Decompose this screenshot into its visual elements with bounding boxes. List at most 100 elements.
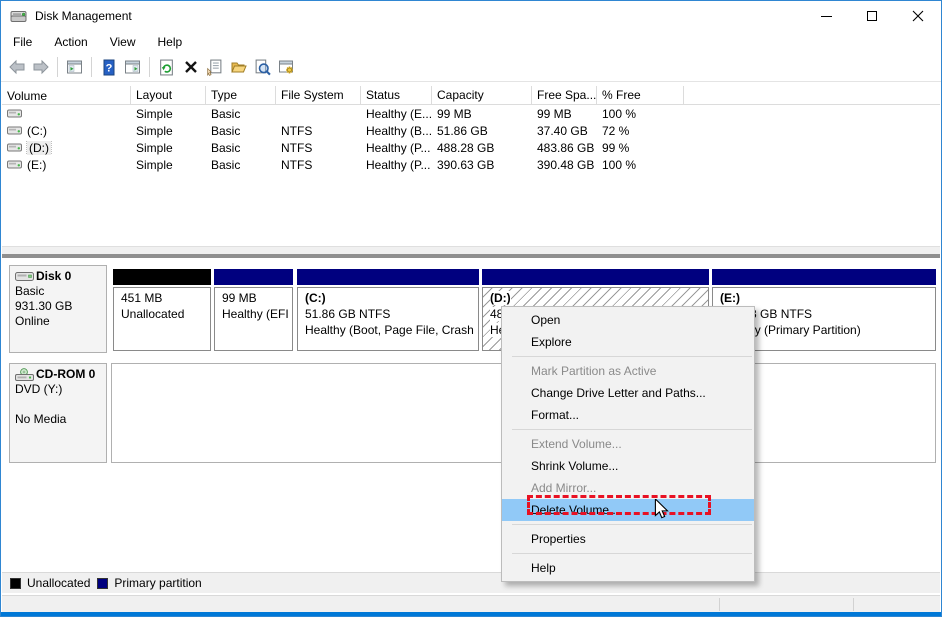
menu-item-delete-volume[interactable]: Delete Volume... <box>502 499 754 521</box>
cell-free-space: 37.40 GB <box>532 124 597 138</box>
legend-label: Unallocated <box>27 576 90 590</box>
menu-item-open[interactable]: Open <box>502 309 754 331</box>
close-icon <box>912 10 924 22</box>
help-icon[interactable]: ? <box>98 57 119 78</box>
cdrom-info-panel[interactable]: CD-ROM 0 DVD (Y:) No Media <box>9 363 107 463</box>
cell-capacity: 390.63 GB <box>432 158 532 172</box>
properties-icon[interactable] <box>204 57 225 78</box>
disk-drive-icon <box>10 9 28 24</box>
maximize-icon <box>867 11 877 21</box>
partition-band <box>297 269 479 285</box>
partition-unallocated[interactable]: 451 MB Unallocated <box>113 269 211 351</box>
cell-file-system: NTFS <box>276 158 361 172</box>
menu-separator <box>512 356 752 357</box>
menu-bar: File Action View Help <box>1 31 941 53</box>
show-console-tree-icon[interactable] <box>64 57 85 78</box>
legend-unallocated: Unallocated <box>10 576 90 590</box>
disk-kind: Basic <box>15 284 104 299</box>
view-magnifier-icon[interactable] <box>252 57 273 78</box>
partition-box[interactable]: 451 MB Unallocated <box>113 287 211 351</box>
table-row[interactable]: (C:) Simple Basic NTFS Healthy (B... 51.… <box>2 122 940 139</box>
partition-size: 51.86 GB NTFS <box>305 306 478 322</box>
partition-size: 99 MB <box>222 290 292 306</box>
menu-view[interactable]: View <box>99 33 147 51</box>
window-title: Disk Management <box>35 9 132 23</box>
cell-pct-free: 72 % <box>597 124 684 138</box>
cell-type: Basic <box>206 141 276 155</box>
manage-extension-icon[interactable] <box>276 57 297 78</box>
menu-action[interactable]: Action <box>43 33 98 51</box>
cdrom-status: No Media <box>15 412 104 427</box>
delete-icon[interactable] <box>180 57 201 78</box>
primary-partition-swatch <box>97 578 108 589</box>
partition-efi[interactable]: 99 MB Healthy (EFI <box>214 269 293 351</box>
window-bottom-border <box>1 612 941 616</box>
cell-pct-free: 100 % <box>597 107 684 121</box>
cell-pct-free: 99 % <box>597 141 684 155</box>
minimize-icon <box>821 16 832 17</box>
toolbar: ? <box>1 53 941 82</box>
toolbar-separator <box>149 57 150 77</box>
partition-c[interactable]: (C:) 51.86 GB NTFS Healthy (Boot, Page F… <box>297 269 479 351</box>
cell-free-space: 483.86 GB <box>532 141 597 155</box>
pane-splitter[interactable] <box>2 246 940 254</box>
cell-type: Basic <box>206 158 276 172</box>
disk-name: Disk 0 <box>36 269 71 284</box>
column-header-status[interactable]: Status <box>361 86 432 105</box>
column-header-type[interactable]: Type <box>206 86 276 105</box>
refresh-icon[interactable] <box>156 57 177 78</box>
close-button[interactable] <box>895 1 941 31</box>
menu-item-add-mirror: Add Mirror... <box>502 477 754 499</box>
forward-arrow-icon[interactable] <box>30 57 51 78</box>
disk0-info-panel[interactable]: Disk 0 Basic 931.30 GB Online <box>9 265 107 353</box>
table-row-selected[interactable]: (D:) Simple Basic NTFS Healthy (P... 488… <box>2 139 940 156</box>
cell-status: Healthy (P... <box>361 158 432 172</box>
menu-help[interactable]: Help <box>147 33 194 51</box>
menu-item-shrink-volume[interactable]: Shrink Volume... <box>502 455 754 477</box>
table-row[interactable]: Simple Basic Healthy (E... 99 MB 99 MB 1… <box>2 105 940 122</box>
show-action-pane-icon[interactable] <box>122 57 143 78</box>
partition-status: Healthy (Boot, Page File, Crash D <box>305 322 478 338</box>
partition-box[interactable]: 99 MB Healthy (EFI <box>214 287 293 351</box>
menu-item-explore[interactable]: Explore <box>502 331 754 353</box>
partition-band <box>113 269 211 285</box>
cell-layout: Simple <box>131 141 206 155</box>
disk-status: Online <box>15 314 104 329</box>
cdrom-kind: DVD (Y:) <box>15 382 104 397</box>
menu-item-format[interactable]: Format... <box>502 404 754 426</box>
maximize-button[interactable] <box>849 1 895 31</box>
cell-type: Basic <box>206 124 276 138</box>
menu-item-change-drive-letter[interactable]: Change Drive Letter and Paths... <box>502 382 754 404</box>
column-header-file-system[interactable]: File System <box>276 86 361 105</box>
cell-status: Healthy (E... <box>361 107 432 121</box>
back-arrow-icon[interactable] <box>6 57 27 78</box>
menu-item-help[interactable]: Help <box>502 557 754 579</box>
cdrom-icon <box>15 368 34 382</box>
partition-label: (C:) <box>305 290 478 306</box>
open-folder-icon[interactable] <box>228 57 249 78</box>
table-row[interactable]: (E:) Simple Basic NTFS Healthy (P... 390… <box>2 156 940 173</box>
partition-box[interactable]: (C:) 51.86 GB NTFS Healthy (Boot, Page F… <box>297 287 479 351</box>
partition-label: (E:) <box>720 290 935 306</box>
column-header-pct-free[interactable]: % Free <box>597 86 684 105</box>
volume-table-header: Volume Layout Type File System Status Ca… <box>2 86 940 105</box>
cell-capacity: 488.28 GB <box>432 141 532 155</box>
volume-list-pane: Volume Layout Type File System Status Ca… <box>2 83 940 246</box>
column-header-filler <box>684 86 940 105</box>
menu-file[interactable]: File <box>2 33 43 51</box>
volume-label: (E:) <box>27 158 46 172</box>
cell-capacity: 51.86 GB <box>432 124 532 138</box>
minimize-button[interactable] <box>803 1 849 31</box>
title-bar: Disk Management <box>1 1 941 31</box>
column-header-free-space[interactable]: Free Spa... <box>532 86 597 105</box>
cell-capacity: 99 MB <box>432 107 532 121</box>
menu-item-extend-volume: Extend Volume... <box>502 433 754 455</box>
cell-layout: Simple <box>131 158 206 172</box>
column-header-capacity[interactable]: Capacity <box>432 86 532 105</box>
cell-layout: Simple <box>131 107 206 121</box>
cell-status: Healthy (P... <box>361 141 432 155</box>
column-header-layout[interactable]: Layout <box>131 86 206 105</box>
disk-size: 931.30 GB <box>15 299 104 314</box>
column-header-volume[interactable]: Volume <box>2 86 131 105</box>
menu-item-properties[interactable]: Properties <box>502 528 754 550</box>
